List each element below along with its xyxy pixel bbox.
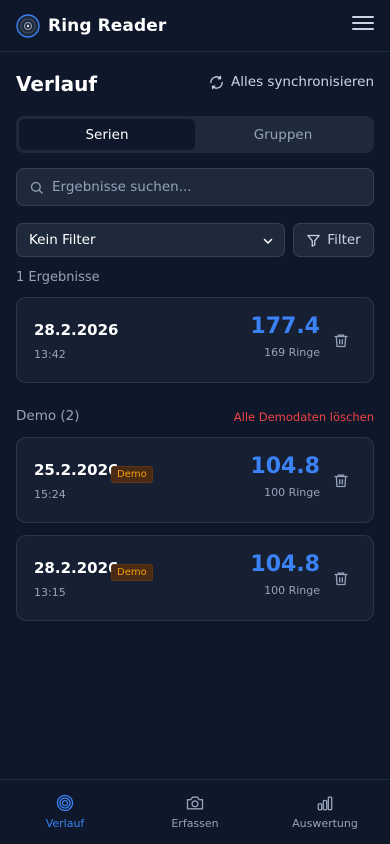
trash-icon[interactable] — [333, 472, 349, 489]
chevron-down-icon — [263, 238, 273, 244]
target-icon — [56, 794, 74, 812]
camera-icon — [186, 796, 204, 810]
demo-card[interactable]: 25.2.2026 Demo 15:24 104.8 100 Ringe — [16, 437, 374, 523]
funnel-icon — [307, 234, 321, 247]
result-count: 1 Ergebnisse — [16, 270, 100, 285]
search-input[interactable] — [44, 169, 373, 205]
card-time: 13:15 — [34, 586, 66, 599]
search-icon — [30, 181, 43, 194]
card-score: 104.8 — [250, 552, 320, 577]
card-time: 13:42 — [34, 348, 66, 361]
clear-demo-data-link[interactable]: Alle Demodaten löschen — [234, 410, 374, 424]
app-title: Ring Reader — [48, 15, 167, 36]
result-card[interactable]: 28.2.2026 13:42 177.4 169 Ringe — [16, 297, 374, 383]
demo-badge: Demo — [111, 466, 153, 483]
card-time: 15:24 — [34, 488, 66, 501]
demo-badge: Demo — [111, 564, 153, 581]
bottom-nav: Verlauf Erfassen Auswertung — [0, 779, 390, 844]
card-date: 28.2.2026 — [34, 321, 119, 339]
demo-card[interactable]: 28.2.2026 Demo 13:15 104.8 100 Ringe — [16, 535, 374, 621]
refresh-icon — [210, 75, 223, 89]
nav-analysis-label: Auswertung — [292, 817, 358, 830]
demo-section-title: Demo (2) — [16, 408, 80, 424]
trash-icon[interactable] — [333, 332, 349, 349]
nav-capture-label: Erfassen — [171, 817, 219, 830]
nav-history[interactable]: Verlauf — [0, 780, 130, 844]
card-score: 104.8 — [250, 454, 320, 479]
hamburger-menu-icon[interactable] — [352, 16, 374, 34]
filter-select-value: Kein Filter — [29, 232, 96, 248]
trash-icon[interactable] — [333, 570, 349, 587]
card-date: 28.2.2026 — [34, 559, 119, 577]
top-bar: Ring Reader — [0, 0, 390, 52]
bar-chart-icon — [317, 796, 333, 811]
view-tabs: Serien Gruppen — [16, 116, 374, 153]
card-rings: 169 Ringe — [264, 346, 320, 359]
filter-select[interactable]: Kein Filter — [16, 223, 285, 257]
nav-capture[interactable]: Erfassen — [130, 780, 260, 844]
card-date: 25.2.2026 — [34, 461, 119, 479]
filter-button[interactable]: Filter — [293, 223, 374, 257]
sync-all-button[interactable]: Alles synchronisieren — [209, 74, 374, 90]
target-logo-icon — [16, 13, 40, 38]
card-rings: 100 Ringe — [264, 486, 320, 499]
nav-analysis[interactable]: Auswertung — [260, 780, 390, 844]
filter-button-label: Filter — [327, 232, 361, 248]
sync-all-label: Alles synchronisieren — [231, 74, 374, 90]
nav-history-label: Verlauf — [45, 817, 85, 830]
app: Ring Reader Verlauf Alles synchronisiere… — [0, 0, 390, 844]
page-title: Verlauf — [16, 72, 98, 96]
tab-series[interactable]: Serien — [19, 119, 195, 150]
card-rings: 100 Ringe — [264, 584, 320, 597]
tab-groups[interactable]: Gruppen — [195, 119, 371, 150]
search-box — [16, 168, 374, 206]
card-score: 177.4 — [250, 314, 320, 339]
